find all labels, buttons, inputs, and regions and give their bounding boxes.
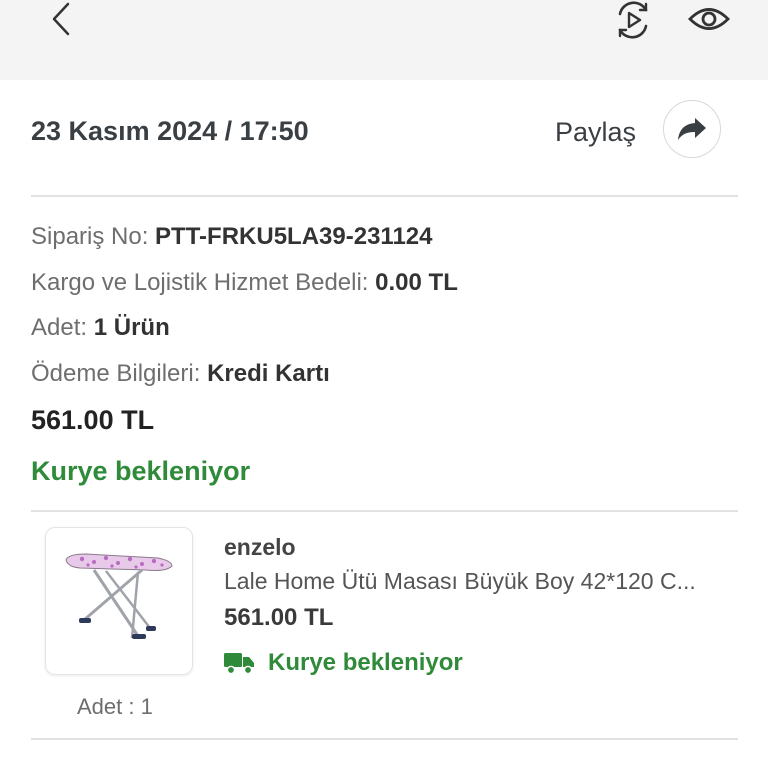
top-bar (0, 0, 768, 80)
quantity-label: Adet: (31, 314, 88, 341)
shipping-fee-row: Kargo ve Lojistik Hizmet Bedeli: 0.00 TL (31, 269, 458, 297)
order-status: Kurye bekleniyor (31, 456, 251, 486)
order-number-row: Sipariş No: PTT-FRKU5LA39-231124 (31, 223, 433, 251)
shipping-fee-value: 0.00 TL (375, 269, 458, 296)
chevron-left-icon[interactable] (46, 0, 76, 40)
payment-row: Ödeme Bilgileri: Kredi Kartı (31, 360, 330, 388)
play-refresh-icon[interactable] (612, 0, 654, 40)
share-label[interactable]: Paylaş (555, 117, 636, 148)
order-total: 561.00 TL (31, 405, 155, 435)
order-date-time: 23 Kasım 2024 / 17:50 (31, 116, 309, 146)
seller-name[interactable]: enzelo (224, 534, 296, 561)
product-name[interactable]: Lale Home Ütü Masası Büyük Boy 42*120 C.… (224, 568, 724, 595)
shipping-fee-label: Kargo ve Lojistik Hizmet Bedeli: (31, 269, 369, 296)
eye-icon[interactable] (686, 0, 732, 40)
item-status: Kurye bekleniyor (268, 649, 463, 676)
divider (31, 738, 738, 740)
order-number-value: PTT-FRKU5LA39-231124 (155, 223, 433, 250)
product-thumbnail[interactable] (45, 527, 193, 675)
truck-icon (224, 653, 254, 675)
divider (31, 510, 738, 512)
order-number-label: Sipariş No: (31, 223, 149, 250)
ironing-board-image (65, 553, 173, 639)
payment-label: Ödeme Bilgileri: (31, 360, 201, 387)
quantity-value: 1 Ürün (93, 314, 170, 341)
share-arrow-icon (678, 118, 706, 140)
item-quantity: Adet : 1 (77, 694, 153, 719)
product-price: 561.00 TL (224, 604, 334, 631)
payment-value: Kredi Kartı (207, 360, 330, 387)
share-button[interactable] (663, 100, 721, 158)
divider (31, 195, 738, 197)
quantity-row: Adet: 1 Ürün (31, 314, 170, 342)
